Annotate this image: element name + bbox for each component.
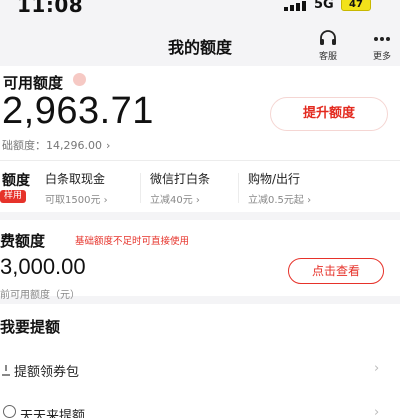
list-item-coupon-pack[interactable]: 提额领券包 › [0,352,400,388]
headset-icon [320,30,336,45]
consumer-credit-amount: 3,000.00 [0,254,86,279]
list-item-label: 提额领券包 [14,365,80,380]
quota-item-sub: 立减0.5元起 › [248,195,312,206]
consumer-credit-sub: 前可用额度（元） [0,290,80,301]
quota-tag: 样用 [0,190,27,203]
credit-card: 可用额度 2,963.71 提升额度 础额度：14,296.00 › 额度 样用 … [0,66,400,212]
quota-item-cash[interactable]: 白条取现金 可取1500元 › [45,170,108,206]
network-label: 5G [314,0,334,12]
quota-item-shopping[interactable]: 购物/出行 立减0.5元起 › [248,170,311,206]
consumer-credit-card: 费额度 基础额度不足时可直接使用 3,000.00 点击查看 前可用额度（元） [0,220,400,301]
divider [238,173,239,203]
divider [140,173,141,203]
consumer-credit-hint: 基础额度不足时可直接使用 [75,236,190,247]
list-item-label: 天天来提额 [20,409,86,418]
base-credit-label: 础额度：14,296.00 [2,139,102,152]
quota-label: 额度 [2,173,30,189]
more-icon [374,37,390,41]
quota-item-title: 白条取现金 [45,172,106,186]
raise-credit-button[interactable]: 提升额度 [270,97,388,131]
status-bar: 11:08 5G 47 [0,0,400,18]
divider [0,160,400,161]
page-title: 我的额度 [167,38,232,57]
service-label: 客服 [318,52,337,62]
chevron-right-icon: › [105,139,111,152]
signal-icon [284,1,306,11]
coupon-icon [2,365,10,376]
battery-icon: 47 [341,0,371,11]
info-icon[interactable] [73,73,86,86]
quota-item-wechat[interactable]: 微信打白条 立减40元 › [150,170,210,206]
customer-service-button[interactable]: 客服 [318,30,338,62]
more-label: 更多 [372,52,391,62]
consumer-credit-label: 费额度 [0,232,46,250]
base-credit[interactable]: 础额度：14,296.00 › [2,137,110,153]
chevron-right-icon: › [374,361,380,376]
list-item-daily-raise[interactable]: 天天来提额 › [0,396,400,418]
quota-item-sub: 立减40元 › [150,195,200,206]
quota-item-title: 微信打白条 [150,172,211,186]
quota-item-sub: 可取1500元 › [45,195,108,206]
more-button[interactable]: 更多 [372,30,392,62]
nav-bar: 我的额度 客服 更多 [0,18,400,68]
status-time: 11:08 [17,0,84,17]
view-button[interactable]: 点击查看 [288,258,384,284]
raise-credit-section: 我要提额 提额领券包 › 天天来提额 › [0,304,400,418]
available-credit-amount: 2,963.71 [2,90,154,132]
quota-item-title: 购物/出行 [248,172,301,186]
chevron-right-icon: › [374,405,380,418]
circle-icon [3,405,16,418]
raise-section-title: 我要提额 [0,318,61,336]
